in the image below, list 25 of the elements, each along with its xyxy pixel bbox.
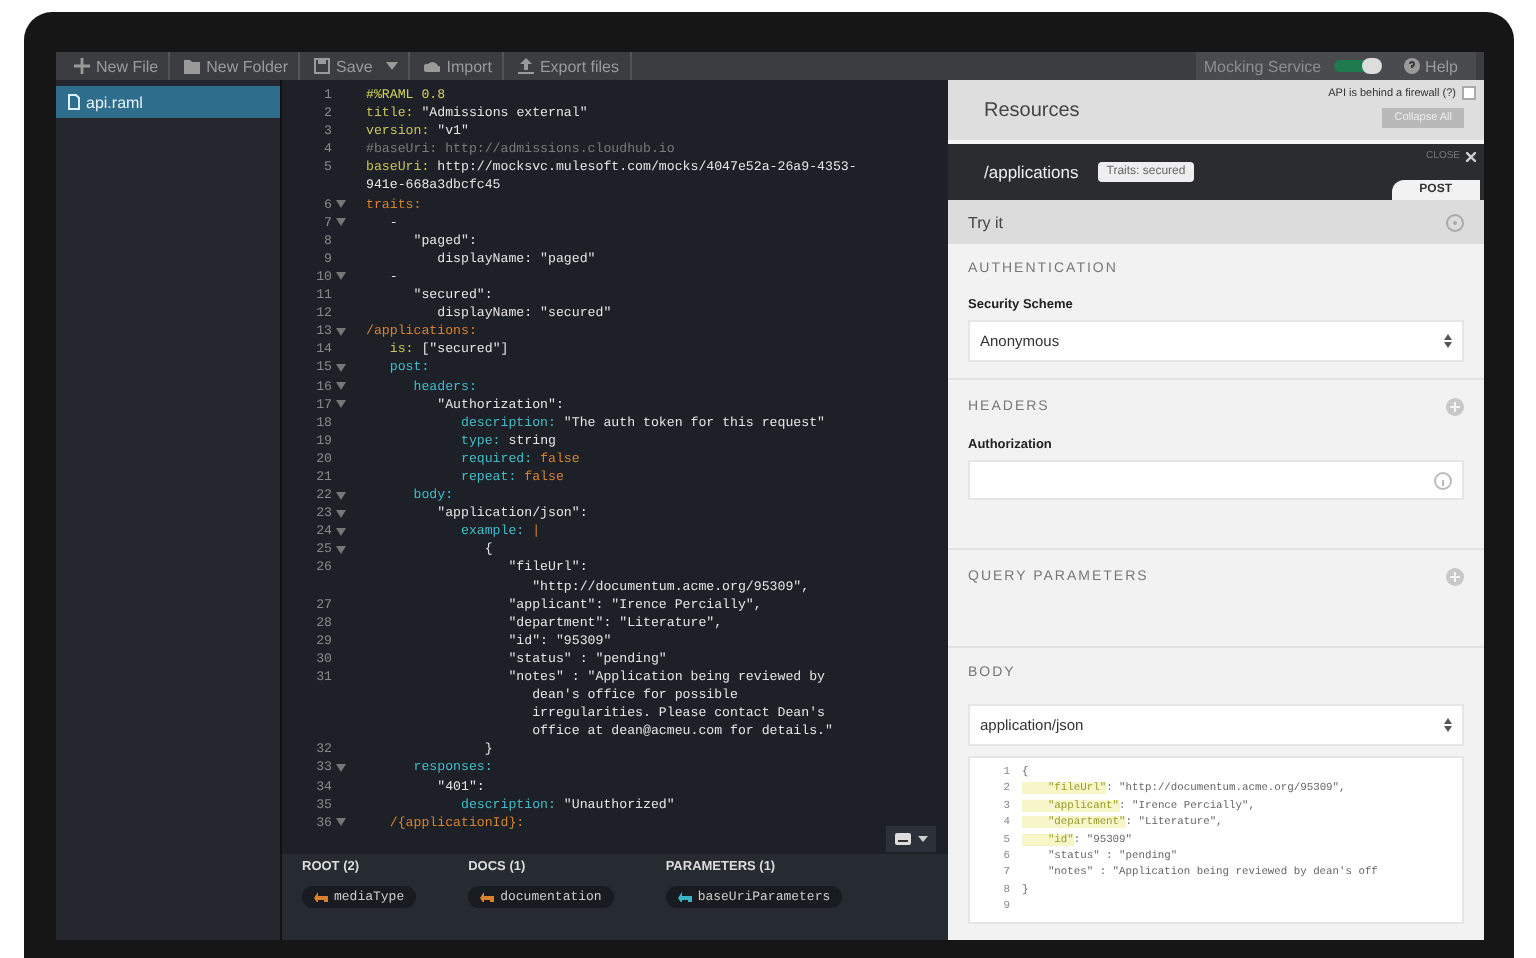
plus-icon xyxy=(1446,568,1464,586)
folder-icon xyxy=(184,58,201,74)
keyboard-icon xyxy=(894,832,912,846)
mocking-label: Mocking Service xyxy=(1203,57,1322,75)
updown-icon xyxy=(1444,718,1452,732)
plus-icon xyxy=(1446,398,1464,416)
input-field[interactable] xyxy=(968,460,1464,500)
keyboard-menu-button[interactable] xyxy=(886,826,936,852)
help-icon xyxy=(1403,58,1420,74)
upload-icon xyxy=(517,58,534,74)
toggle-switch[interactable] xyxy=(1333,60,1382,72)
try-it-label: Try it xyxy=(968,213,1003,231)
circle-icon xyxy=(1446,213,1464,231)
file-icon xyxy=(68,94,80,110)
cloud-icon xyxy=(424,58,441,74)
resources-title: Resources xyxy=(984,99,1080,121)
file-item[interactable]: api.raml xyxy=(56,86,280,118)
resource-path: /applications xyxy=(984,162,1079,182)
updown-icon xyxy=(1444,334,1452,348)
try-it-bar[interactable]: Try it xyxy=(948,200,1484,244)
plus-icon xyxy=(74,58,90,74)
close-icon xyxy=(1466,151,1476,161)
help-button[interactable]: Help xyxy=(1393,52,1468,80)
info-icon xyxy=(1434,471,1452,489)
caret-icon xyxy=(918,836,928,842)
